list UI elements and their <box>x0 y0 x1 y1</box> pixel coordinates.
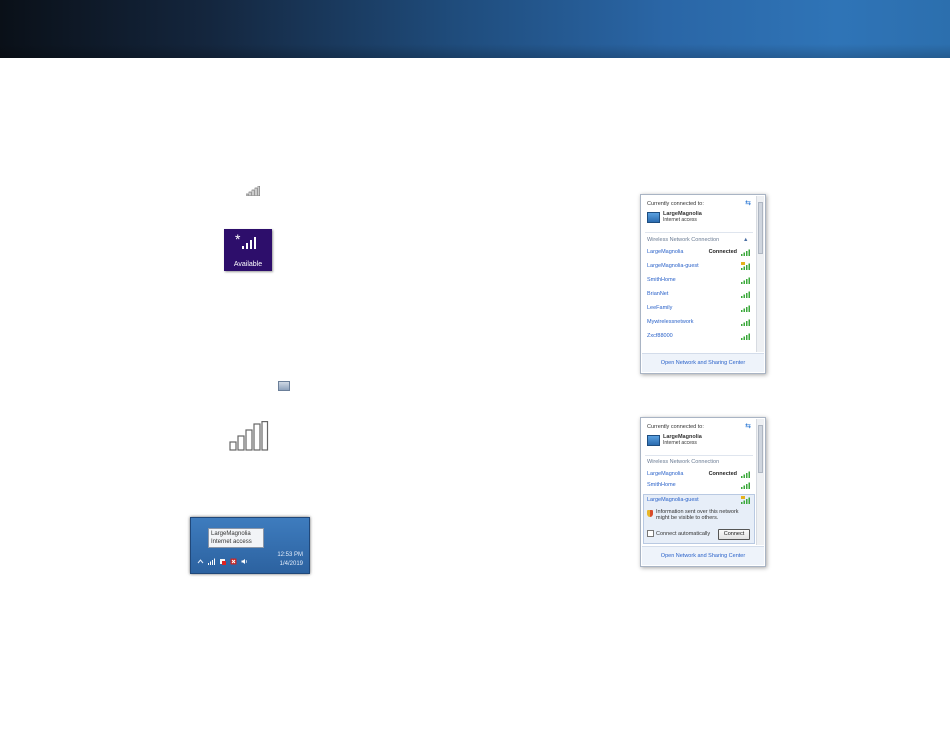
signal-secured-icon <box>741 249 750 256</box>
network-name: Mywirelessnetwork <box>647 319 694 325</box>
tooltip-network-status: Internet access <box>211 539 252 545</box>
up-arrow-icon[interactable] <box>197 558 204 565</box>
network-name: Zxcf88000 <box>647 333 673 339</box>
network-row[interactable]: LargeMagnolia Connected <box>647 470 751 480</box>
tooltip-network-name: LargeMagnolia <box>211 531 251 537</box>
signal-secured-icon <box>741 471 750 478</box>
header-banner <box>0 0 950 58</box>
popup-header: Currently connected to: <box>647 424 704 430</box>
section-title: Wireless Network Connection <box>647 237 720 243</box>
divider <box>645 232 753 233</box>
wifi-available-tile[interactable]: * Available <box>224 229 272 271</box>
chevron-up-icon: ▲ <box>743 237 749 243</box>
network-row[interactable]: LargeMagnolia-guest <box>647 262 751 272</box>
network-tooltip: LargeMagnolia Internet access <box>208 528 264 548</box>
open-network-sharing-center-link[interactable]: Open Network and Sharing Center <box>642 546 764 565</box>
security-warning: Information sent over this network might… <box>647 509 739 521</box>
network-row[interactable]: LargeMagnolia Connected <box>647 248 751 258</box>
current-connection: LargeMagnolia Internet access <box>647 434 702 446</box>
network-name: LargeMagnolia-guest <box>647 497 699 503</box>
tile-label: Available <box>233 261 263 268</box>
scrollbar[interactable] <box>756 419 764 545</box>
taskbar-notification-area: LargeMagnolia Internet access 12:53 PM 1… <box>190 517 310 574</box>
section-title: Wireless Network Connection <box>647 459 720 465</box>
open-network-sharing-center-link[interactable]: Open Network and Sharing Center <box>642 353 764 372</box>
signal-secured-icon <box>741 482 750 489</box>
wireless-networks-popup: Currently connected to: ⇆ LargeMagnolia … <box>640 194 766 374</box>
network-row[interactable]: Mywirelessnetwork <box>647 318 751 328</box>
signal-open-network-icon <box>741 496 750 504</box>
checkbox-label: Connect automatically <box>656 530 711 537</box>
network-status: Connected <box>708 471 737 477</box>
signal-secured-icon <box>741 319 750 326</box>
system-clock[interactable]: 12:53 PM 1/4/2019 <box>277 551 303 569</box>
section-label[interactable]: Wireless Network Connection ▲ <box>647 237 748 243</box>
network-name: LeeFamily <box>647 305 673 311</box>
show-hidden-icons-button[interactable] <box>278 381 290 391</box>
signal-secured-icon <box>741 277 750 284</box>
current-network-status: Internet access <box>663 440 697 446</box>
connect-button[interactable]: Connect <box>718 529 750 540</box>
network-name: LargeMagnolia <box>647 249 684 255</box>
scrollbar-thumb[interactable] <box>758 425 763 473</box>
popup-header: Currently connected to: <box>647 201 704 207</box>
signal-secured-icon <box>741 333 750 340</box>
network-row[interactable]: SmithHome <box>647 276 751 286</box>
network-name: BrianNet <box>647 291 669 297</box>
connect-automatically-checkbox[interactable]: Connect automatically <box>647 530 710 537</box>
wireless-connect-popup: Currently connected to: ⇆ LargeMagnolia … <box>640 417 766 567</box>
security-alert-icon[interactable] <box>230 558 237 565</box>
signal-open-network-icon <box>741 262 750 270</box>
refresh-icon[interactable]: ⇆ <box>745 199 751 207</box>
volume-icon[interactable] <box>241 558 248 565</box>
refresh-icon[interactable]: ⇆ <box>745 422 751 430</box>
section-label[interactable]: Wireless Network Connection <box>647 459 719 465</box>
network-name: LargeMagnolia-guest <box>647 263 699 269</box>
computer-network-icon <box>647 434 660 446</box>
scrollbar-thumb[interactable] <box>758 202 763 254</box>
network-name: LargeMagnolia <box>647 471 684 477</box>
network-row[interactable]: BrianNet <box>647 290 751 300</box>
network-name: SmithHome <box>647 277 676 283</box>
network-row-expanded[interactable]: LargeMagnolia-guest <box>647 496 751 506</box>
network-row[interactable]: LeeFamily <box>647 304 751 314</box>
network-name: SmithHome <box>647 482 676 488</box>
clock-date: 1/4/2019 <box>279 561 303 567</box>
warning-shield-icon <box>647 510 653 517</box>
computer-network-icon <box>647 211 660 223</box>
signal-strength-icon <box>246 186 260 196</box>
network-row[interactable]: Zxcf88000 <box>647 332 751 342</box>
signal-bars-icon <box>242 237 256 249</box>
action-center-flag-icon[interactable] <box>219 558 226 565</box>
network-signal-icon[interactable] <box>208 558 215 565</box>
signal-strength-large-icon <box>229 421 269 451</box>
network-status: Connected <box>708 249 737 255</box>
current-connection: LargeMagnolia Internet access <box>647 211 702 223</box>
checkbox-box[interactable] <box>647 530 654 537</box>
current-network-status: Internet access <box>663 217 697 223</box>
signal-secured-icon <box>741 305 750 312</box>
signal-secured-icon <box>741 291 750 298</box>
clock-time: 12:53 PM <box>277 552 303 558</box>
warning-text-line2: might be visible to others. <box>656 515 719 521</box>
divider <box>645 455 753 456</box>
scrollbar[interactable] <box>756 196 764 352</box>
asterisk-icon: * <box>235 231 241 247</box>
network-row[interactable]: SmithHome <box>647 481 751 491</box>
